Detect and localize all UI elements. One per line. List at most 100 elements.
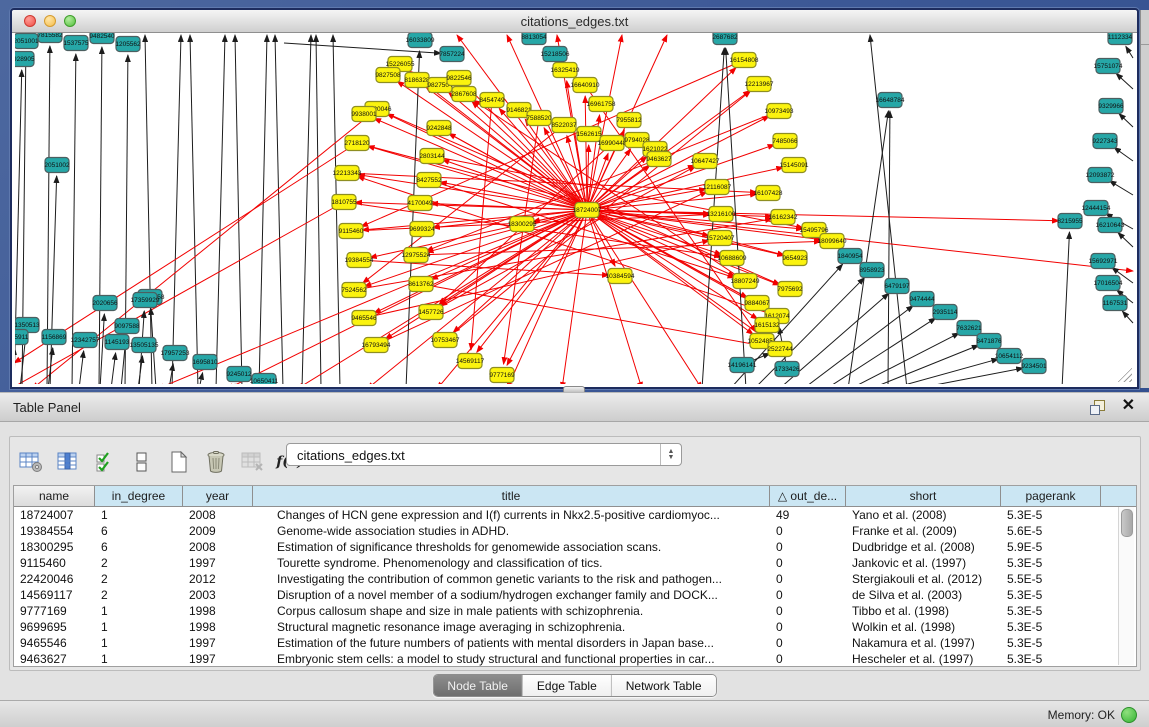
delete-table-icon[interactable] (240, 449, 266, 475)
graph-node[interactable]: 9245012 (226, 367, 252, 382)
graph-node[interactable]: 16793494 (362, 338, 391, 353)
graph-node[interactable]: 8186328 (404, 73, 430, 88)
graph-node[interactable]: 9777169 (489, 368, 515, 383)
graph-node[interactable]: 9234501 (1021, 359, 1047, 374)
column-header-out_degree[interactable]: △ out_de... (770, 486, 846, 506)
graph-node[interactable]: 17016504 (1094, 276, 1123, 291)
close-panel-icon[interactable]: ✕ (1122, 397, 1135, 415)
graph-node[interactable]: 8958923 (859, 263, 885, 278)
graph-node[interactable]: 10647427 (691, 154, 720, 169)
graph-node[interactable]: 4170049 (407, 196, 433, 211)
graph-node[interactable]: 13216100 (707, 207, 736, 222)
tab-network-table[interactable]: Network Table (612, 675, 716, 696)
graph-node[interactable]: 12975524 (402, 248, 431, 263)
delete-attribute-icon[interactable] (203, 449, 229, 475)
graph-node[interactable]: 7588520 (526, 111, 552, 126)
graph-node[interactable]: 1112334 (1108, 33, 1133, 45)
network-canvas[interactable]: 1872400715226055982750881863289827504982… (15, 33, 1134, 384)
graph-node[interactable]: 2051001 (15, 34, 39, 49)
column-header-short[interactable]: short (846, 486, 1001, 506)
column-header-name[interactable]: name (14, 486, 95, 506)
graph-node[interactable]: 17957253 (161, 346, 190, 361)
graph-node[interactable]: 13505135 (130, 338, 159, 353)
graph-node[interactable]: 2803144 (419, 149, 445, 164)
graph-node[interactable]: 1615132 (754, 318, 780, 333)
memory-status-icon[interactable] (1121, 707, 1137, 723)
graph-node[interactable]: 10384594 (606, 269, 635, 284)
graph-node[interactable]: 16648784 (876, 93, 905, 108)
table-panel-titlebar[interactable]: Table Panel ✕ (0, 392, 1149, 422)
graph-node[interactable]: 2718120 (344, 136, 370, 151)
column-header-pagerank[interactable]: pagerank (1001, 486, 1101, 506)
graph-node[interactable]: 2020656 (92, 296, 118, 311)
graph-node[interactable]: 7524562 (341, 283, 367, 298)
table-row[interactable]: 2242004622012Investigating the contribut… (14, 571, 1136, 587)
table-vertical-scrollbar[interactable] (1118, 507, 1134, 665)
graph-node[interactable]: 8427552 (416, 173, 442, 188)
table-row[interactable]: 946554611997Estimation of the future num… (14, 635, 1136, 651)
graph-node[interactable]: 9827508 (375, 68, 401, 83)
network-window[interactable]: citations_edges.txt 18724007152260559827… (10, 8, 1139, 389)
graph-node[interactable]: 9242848 (426, 121, 452, 136)
graph-node[interactable]: 14196141 (728, 358, 757, 373)
graph-node[interactable]: 2687682 (712, 33, 738, 45)
graph-node[interactable]: 8613762 (408, 277, 434, 292)
new-attribute-icon[interactable] (166, 449, 192, 475)
graph-node[interactable]: 8522037 (551, 118, 577, 133)
graph-node[interactable]: 17359929 (131, 293, 160, 308)
table-row[interactable]: 1872400712008Changes of HCN gene express… (14, 507, 1136, 523)
graph-node[interactable]: 9938001 (351, 107, 377, 122)
graph-node[interactable]: 7485066 (772, 134, 798, 149)
table-settings-icon[interactable] (18, 449, 44, 475)
table-selector-dropdown[interactable]: citations_edges.txt ▲▼ (286, 443, 682, 466)
graph-node[interactable]: 9463627 (646, 152, 672, 167)
graph-node[interactable]: 12213343 (333, 166, 362, 181)
graph-node[interactable]: 15218506 (541, 47, 570, 62)
graph-node[interactable]: 2867608 (451, 87, 477, 102)
table-row[interactable]: 1938455462009Genome-wide association stu… (14, 523, 1136, 539)
graph-node[interactable]: 1733426 (774, 362, 800, 377)
graph-node[interactable]: 9465546 (351, 311, 377, 326)
graph-node[interactable]: 2522744 (767, 342, 793, 357)
graph-node[interactable]: 12342757 (71, 333, 100, 348)
graph-node[interactable]: 10688609 (718, 251, 747, 266)
graph-node[interactable]: 18099640 (818, 234, 847, 249)
graph-node[interactable]: 8928905 (15, 52, 35, 67)
graph-node[interactable]: 1537575 (63, 36, 89, 51)
graph-node[interactable]: 9654923 (782, 251, 808, 266)
graph-node[interactable]: 7857224 (439, 47, 465, 62)
graph-node[interactable]: 16325419 (551, 63, 580, 78)
graph-node[interactable]: 16990448 (598, 136, 627, 151)
graph-node[interactable]: 18807249 (731, 274, 760, 289)
graph-node[interactable]: 16107428 (754, 186, 783, 201)
graph-node[interactable]: 16154808 (730, 53, 759, 68)
graph-node[interactable]: 3915911 (15, 330, 29, 345)
graph-node[interactable]: 1457726 (418, 305, 444, 320)
graph-node[interactable]: 15751074 (1094, 59, 1123, 74)
graph-node[interactable]: 18300295 (508, 217, 537, 232)
graph-node[interactable]: 10650411 (250, 374, 279, 385)
column-icon[interactable] (55, 449, 81, 475)
row-select-icon[interactable] (92, 449, 118, 475)
graph-node[interactable]: 16640910 (571, 78, 600, 93)
graph-node[interactable]: 15692971 (1089, 254, 1118, 269)
graph-node[interactable]: 6479197 (884, 279, 910, 294)
graph-node[interactable]: 14569117 (456, 354, 485, 369)
rows-icon[interactable] (129, 449, 155, 475)
table-row[interactable]: 1456911722003Disruption of a novel membe… (14, 587, 1136, 603)
graph-node[interactable]: 10753467 (431, 333, 460, 348)
graph-node[interactable]: 10654112 (995, 349, 1024, 364)
graph-node[interactable]: 2051002 (44, 158, 70, 173)
scrollbar-thumb[interactable] (1121, 509, 1133, 537)
graph-node[interactable]: 9822546 (446, 71, 472, 86)
graph-node[interactable]: 8813054 (521, 33, 547, 45)
graph-node[interactable]: 9227343 (1092, 134, 1118, 149)
tab-edge-table[interactable]: Edge Table (523, 675, 612, 696)
table-row[interactable]: 946362711997Embryonic stem cells: a mode… (14, 651, 1136, 667)
graph-node[interactable]: 16033809 (406, 33, 435, 48)
graph-node[interactable]: 1145193 (105, 335, 130, 350)
graph-node[interactable]: 18724007 (573, 203, 602, 218)
graph-node[interactable]: 1205562 (115, 37, 141, 52)
graph-node[interactable]: 1167531 (1103, 296, 1128, 311)
tab-node-table[interactable]: Node Table (433, 675, 523, 696)
